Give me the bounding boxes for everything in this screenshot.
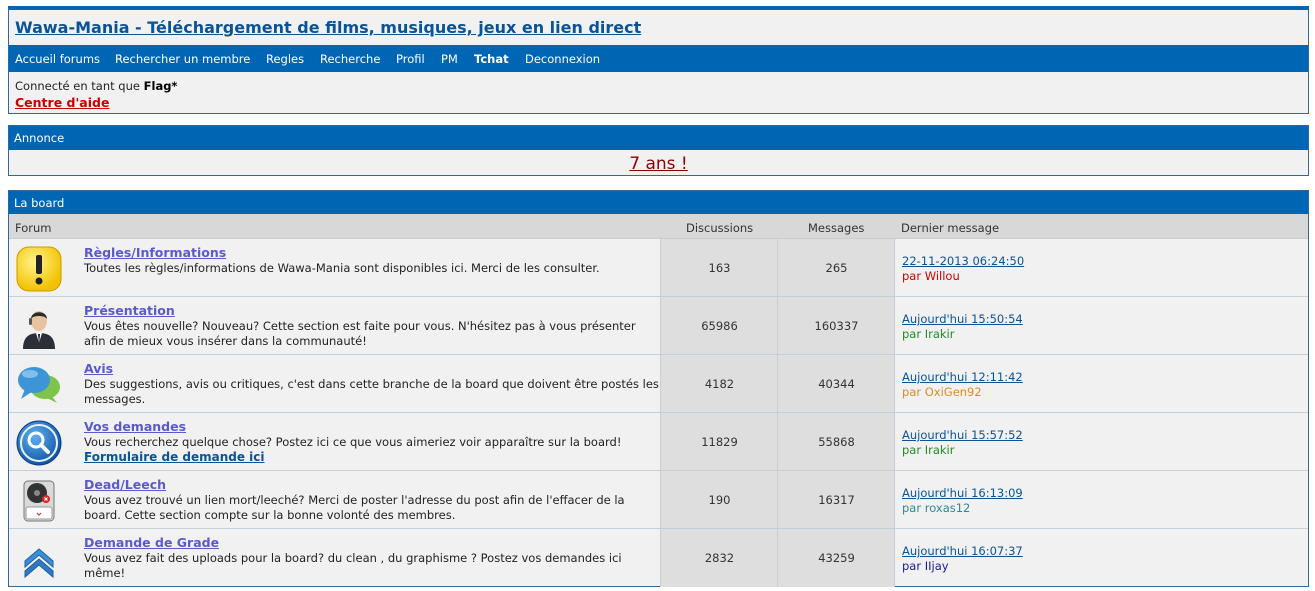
topics-count: 190 (708, 493, 731, 507)
nav-profil[interactable]: Profil (396, 52, 425, 66)
last-post-author[interactable]: par OxiGen92 (902, 385, 982, 399)
topics-count: 11829 (701, 435, 738, 449)
last-post-date-link[interactable]: Aujourd'hui 15:57:52 (902, 428, 1023, 442)
posts-count-cell: 160337 (777, 297, 895, 355)
posts-count: 40344 (818, 377, 855, 391)
magnifier-search-icon (15, 419, 63, 467)
col-dernier-message: Dernier message (901, 221, 1000, 235)
help-center-link[interactable]: Centre d'aide (15, 95, 109, 110)
topics-count-cell: 4182 (660, 355, 778, 413)
col-messages: Messages (808, 221, 865, 235)
login-username: Flag* (143, 79, 178, 93)
nav-deconnexion[interactable]: Deconnexion (525, 52, 600, 66)
last-post-cell: Aujourd'hui 16:07:37 par IIjay (894, 529, 1311, 587)
forum-description: Vous avez fait des uploads pour la board… (84, 551, 622, 580)
posts-count: 55868 (818, 435, 855, 449)
forum-name-link[interactable]: Demande de Grade (84, 535, 219, 550)
topics-count-cell: 190 (660, 471, 778, 529)
site-title-link[interactable]: Wawa-Mania - Téléchargement de films, mu… (15, 18, 641, 37)
last-post-author[interactable]: par IIjay (902, 559, 949, 573)
topics-count: 163 (708, 261, 731, 275)
rank-chevron-icon (15, 535, 63, 583)
last-post-author[interactable]: par Willou (902, 269, 960, 283)
forum-description: Des suggestions, avis ou critiques, c'es… (84, 377, 659, 406)
posts-count-cell: 43259 (777, 529, 895, 587)
forum-name-link[interactable]: Règles/Informations (84, 245, 226, 260)
posts-count-cell: 55868 (777, 413, 895, 471)
warning-exclamation-icon (15, 245, 63, 293)
forum-name-link[interactable]: Vos demandes (84, 419, 186, 434)
topics-count-cell: 163 (660, 239, 778, 297)
board-column-headers: Forum Discussions Messages Dernier messa… (9, 214, 1308, 238)
forum-row: Présentation Vous êtes nouvelle? Nouveau… (9, 296, 1308, 355)
last-post-author[interactable]: par roxas12 (902, 501, 970, 515)
nav-accueil-forums[interactable]: Accueil forums (15, 52, 100, 66)
main-nav: Accueil forums Rechercher un membre Regl… (9, 45, 1308, 72)
posts-count-cell: 16317 (777, 471, 895, 529)
last-post-cell: Aujourd'hui 15:57:52 par Irakir (894, 413, 1311, 471)
login-status: Connecté en tant que Flag* (15, 79, 177, 93)
forum-description: Vous êtes nouvelle? Nouveau? Cette secti… (84, 319, 636, 348)
forum-row: Vos demandes Vous recherchez quelque cho… (9, 412, 1308, 471)
topics-count: 65986 (701, 319, 738, 333)
topics-count: 2832 (704, 551, 735, 565)
header-panel: Wawa-Mania - Téléchargement de films, mu… (8, 6, 1309, 114)
col-forum: Forum (15, 221, 52, 235)
posts-count-cell: 40344 (777, 355, 895, 413)
nav-pm[interactable]: PM (441, 52, 458, 66)
topics-count-cell: 11829 (660, 413, 778, 471)
announcement-message-link[interactable]: 7 ans ! (9, 154, 1308, 174)
nav-recherche[interactable]: Recherche (320, 52, 380, 66)
last-post-date-link[interactable]: Aujourd'hui 15:50:54 (902, 312, 1023, 326)
nav-regles[interactable]: Regles (266, 52, 304, 66)
topics-count-cell: 2832 (660, 529, 778, 587)
forum-name-link[interactable]: Présentation (84, 303, 175, 318)
last-post-cell: Aujourd'hui 12:11:42 par OxiGen92 (894, 355, 1311, 413)
request-form-link[interactable]: Formulaire de demande ici (84, 450, 265, 464)
forum-row: Avis Des suggestions, avis ou critiques,… (9, 354, 1308, 413)
announcement-header: Annonce (9, 126, 1308, 150)
forum-name-link[interactable]: Dead/Leech (84, 477, 166, 492)
last-post-cell: Aujourd'hui 16:13:09 par roxas12 (894, 471, 1311, 529)
posts-count: 265 (825, 261, 848, 275)
last-post-author[interactable]: par Irakir (902, 443, 954, 457)
last-post-date-link[interactable]: Aujourd'hui 12:11:42 (902, 370, 1023, 384)
forum-description: Vous avez trouvé un lien mort/leeché? Me… (84, 493, 625, 522)
col-discussions: Discussions (686, 221, 754, 235)
chat-bubbles-icon (15, 361, 63, 409)
last-post-date-link[interactable]: 22-11-2013 06:24:50 (902, 254, 1024, 268)
forum-description: Toutes les règles/informations de Wawa-M… (84, 261, 600, 275)
last-post-cell: 22-11-2013 06:24:50 par Willou (894, 239, 1311, 297)
topics-count: 4182 (704, 377, 735, 391)
login-prefix: Connecté en tant que (15, 79, 140, 93)
forum-row: Dead/Leech Vous avez trouvé un lien mort… (9, 470, 1308, 529)
user-avatar-icon (15, 303, 63, 351)
posts-count-cell: 265 (777, 239, 895, 297)
last-post-date-link[interactable]: Aujourd'hui 16:13:09 (902, 486, 1023, 500)
forum-row: Demande de Grade Vous avez fait des uplo… (9, 528, 1308, 587)
last-post-date-link[interactable]: Aujourd'hui 16:07:37 (902, 544, 1023, 558)
board-header: La board (9, 191, 1308, 214)
forum-row: Règles/Informations Toutes les règles/in… (9, 238, 1308, 297)
posts-count: 16317 (818, 493, 855, 507)
forum-name-link[interactable]: Avis (84, 361, 113, 376)
broken-disk-icon (15, 477, 63, 525)
last-post-author[interactable]: par Irakir (902, 327, 954, 341)
board-title: La board (14, 196, 65, 210)
announcement-panel: Annonce 7 ans ! (8, 125, 1309, 176)
board-panel: La board Forum Discussions Messages Dern… (8, 190, 1309, 587)
announcement-title: Annonce (14, 131, 65, 145)
last-post-cell: Aujourd'hui 15:50:54 par Irakir (894, 297, 1311, 355)
forum-description: Vous recherchez quelque chose? Postez ic… (84, 435, 622, 449)
posts-count: 160337 (814, 319, 859, 333)
nav-tchat[interactable]: Tchat (474, 52, 509, 66)
topics-count-cell: 65986 (660, 297, 778, 355)
posts-count: 43259 (818, 551, 855, 565)
nav-rechercher-membre[interactable]: Rechercher un membre (115, 52, 250, 66)
